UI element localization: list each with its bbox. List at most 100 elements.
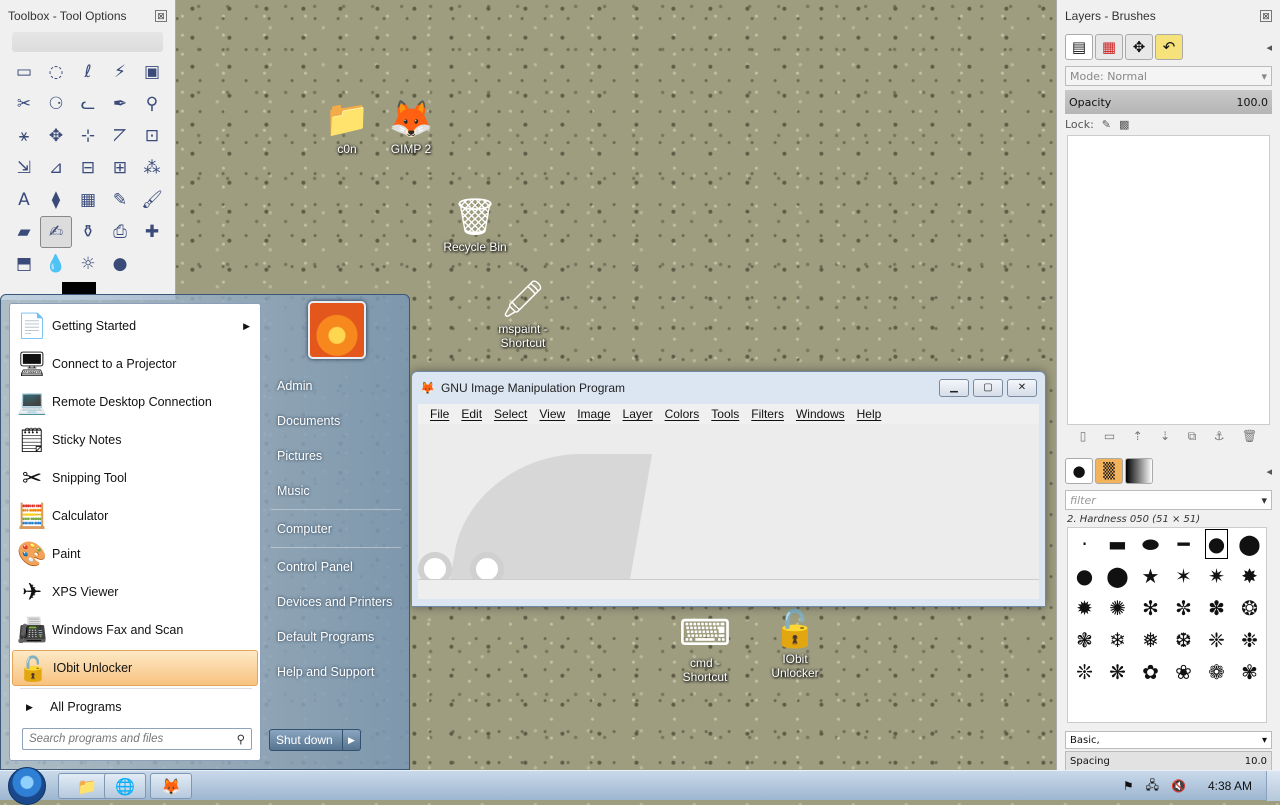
start-item-calculator[interactable]: 🧮 Calculator: [12, 498, 258, 534]
tool-button[interactable]: ☼: [72, 248, 104, 280]
brush-preview[interactable]: ●: [1204, 529, 1229, 559]
menu-filters[interactable]: Filters: [745, 407, 790, 421]
tool-button[interactable]: ⚲: [136, 88, 168, 120]
dock-menu-icon[interactable]: ◂: [1266, 41, 1272, 54]
menu-select[interactable]: Select: [488, 407, 533, 421]
tool-button[interactable]: ℓ: [72, 56, 104, 88]
tool-button[interactable]: ▣: [136, 56, 168, 88]
start-item-remote-desktop-connection[interactable]: 💻 Remote Desktop Connection: [12, 384, 258, 420]
brush-preview[interactable]: ━: [1177, 532, 1189, 556]
start-right-help-and-support[interactable]: Help and Support: [267, 657, 407, 687]
desktop-icon-gimp[interactable]: 🦊 GIMP 2: [368, 96, 454, 156]
brush-preview[interactable]: ⬤: [1238, 532, 1260, 556]
minimize-button[interactable]: ▁: [939, 379, 969, 397]
start-right-control-panel[interactable]: Control Panel: [267, 552, 407, 582]
brush-preview[interactable]: ✹: [1076, 596, 1093, 620]
start-item-sticky-notes[interactable]: 🗒 Sticky Notes: [12, 422, 258, 458]
volume-muted-icon[interactable]: 🔇: [1171, 779, 1186, 793]
start-right-devices-and-printers[interactable]: Devices and Printers: [267, 587, 407, 617]
brush-preview[interactable]: ❂: [1241, 596, 1258, 620]
desktop-icon-recycle-bin[interactable]: 🗑 Recycle Bin: [432, 194, 518, 254]
dock-menu-icon[interactable]: ◂: [1266, 465, 1272, 478]
tool-button[interactable]: ᓚ: [72, 88, 104, 120]
taskbar-browser-button[interactable]: 🌐: [104, 773, 146, 799]
start-right-music[interactable]: Music: [267, 476, 407, 506]
start-item-xps-viewer[interactable]: ✈ XPS Viewer: [12, 574, 258, 610]
tool-button[interactable]: ⚱: [72, 216, 104, 248]
brush-preview[interactable]: ✽: [1208, 596, 1225, 620]
network-icon[interactable]: 🖧: [1146, 776, 1159, 797]
empty-image-area[interactable]: [418, 424, 1039, 579]
brush-preview[interactable]: ●: [1076, 564, 1093, 588]
duplicate-layer-icon[interactable]: ⧉: [1188, 429, 1197, 444]
start-item-getting-started[interactable]: 📄 Getting Started ▶: [12, 308, 258, 344]
tool-button[interactable]: 🖌: [136, 184, 168, 216]
tool-button[interactable]: ✂: [8, 88, 40, 120]
menu-view[interactable]: View: [533, 407, 571, 421]
tool-button[interactable]: 💧: [40, 248, 72, 280]
tool-button[interactable]: ⊿: [40, 152, 72, 184]
brush-preview[interactable]: ▬: [1108, 532, 1127, 556]
tool-button[interactable]: ⇲: [8, 152, 40, 184]
lock-alpha-icon[interactable]: ▩: [1119, 118, 1129, 131]
anchor-layer-icon[interactable]: ⚓: [1214, 429, 1225, 444]
brush-preview[interactable]: ❉: [1241, 628, 1258, 652]
menu-layer[interactable]: Layer: [617, 407, 659, 421]
brush-preview[interactable]: ❃: [1076, 628, 1093, 652]
raise-layer-icon[interactable]: ⇡: [1133, 429, 1143, 444]
tool-button[interactable]: ✚: [136, 216, 168, 248]
brush-preview[interactable]: ❆: [1175, 628, 1192, 652]
all-programs-button[interactable]: ▶ All Programs: [12, 694, 258, 720]
opacity-slider[interactable]: Opacity 100.0: [1065, 90, 1272, 114]
brush-preview[interactable]: ❁: [1208, 660, 1225, 684]
brush-preview[interactable]: ❈: [1208, 628, 1225, 652]
tool-button[interactable]: ⊟: [72, 152, 104, 184]
menu-tools[interactable]: Tools: [705, 407, 745, 421]
tool-button[interactable]: ✍: [40, 216, 72, 248]
brush-preset-select[interactable]: Basic, ▾: [1065, 731, 1272, 749]
close-button[interactable]: ✕: [1007, 379, 1037, 397]
brush-preview[interactable]: ⬤: [1106, 564, 1128, 588]
brush-preview[interactable]: ·: [1081, 532, 1087, 556]
brush-preview[interactable]: ✼: [1175, 596, 1192, 620]
start-item-paint[interactable]: 🎨 Paint: [12, 536, 258, 572]
brush-preview[interactable]: ✿: [1142, 660, 1159, 684]
user-picture[interactable]: [308, 301, 366, 359]
start-item-iobit-unlocker[interactable]: 🔓 IObit Unlocker: [12, 650, 258, 686]
lower-layer-icon[interactable]: ⇣: [1160, 429, 1170, 444]
brush-preview[interactable]: ❅: [1142, 628, 1159, 652]
start-item-windows-fax-and-scan[interactable]: 📠 Windows Fax and Scan: [12, 612, 258, 648]
start-right-admin[interactable]: Admin: [267, 371, 407, 401]
brush-preview[interactable]: ✶: [1175, 564, 1192, 588]
layers-close-icon[interactable]: ⊠: [1260, 10, 1272, 22]
tool-button[interactable]: ⊹: [72, 120, 104, 152]
menu-edit[interactable]: Edit: [455, 407, 488, 421]
tool-button[interactable]: ⚆: [40, 88, 72, 120]
menu-file[interactable]: File: [424, 407, 455, 421]
brush-grid[interactable]: · ▬ ⬬ ━ ● ⬤ ● ⬤ ★ ✶ ✷ ✸ ✹ ✺ ✻ ✼ ✽ ❂ ❃ ❄ ❅ ❆ ❈ ❉ ❊ ❋ ✿ ❀ ❁ ✾: [1067, 527, 1267, 723]
tab-channels[interactable]: ▦: [1095, 34, 1123, 60]
brush-preview[interactable]: ✸: [1241, 564, 1258, 588]
tool-button[interactable]: ⊡: [136, 120, 168, 152]
menu-help[interactable]: Help: [851, 407, 888, 421]
brush-preview[interactable]: ✻: [1142, 596, 1159, 620]
tab-paths[interactable]: ✥: [1125, 34, 1153, 60]
brush-preview[interactable]: ★: [1142, 564, 1160, 588]
maximize-button[interactable]: ▢: [973, 379, 1003, 397]
desktop-icon-cmd[interactable]: ⌨ cmd - Shortcut: [662, 610, 748, 684]
brush-preview[interactable]: ❄: [1109, 628, 1126, 652]
start-right-default-programs[interactable]: Default Programs: [267, 622, 407, 652]
tab-undo[interactable]: ↶: [1155, 34, 1183, 60]
new-layer-icon[interactable]: ▯: [1080, 429, 1087, 444]
layers-list[interactable]: [1067, 135, 1270, 425]
start-item-connect-to-a-projector[interactable]: 🖥 Connect to a Projector: [12, 346, 258, 382]
desktop-icon-mspaint[interactable]: 🖍 mspaint - Shortcut: [480, 276, 566, 350]
brush-preview[interactable]: ❊: [1076, 660, 1093, 684]
tool-button[interactable]: ✎: [104, 184, 136, 216]
tool-button[interactable]: ✥: [40, 120, 72, 152]
shutdown-options-arrow-icon[interactable]: ▶: [342, 730, 360, 750]
wilber-drop-zone[interactable]: [12, 32, 163, 52]
tool-button[interactable]: ▰: [8, 216, 40, 248]
brush-preview[interactable]: ✺: [1109, 596, 1126, 620]
menu-windows[interactable]: Windows: [790, 407, 851, 421]
